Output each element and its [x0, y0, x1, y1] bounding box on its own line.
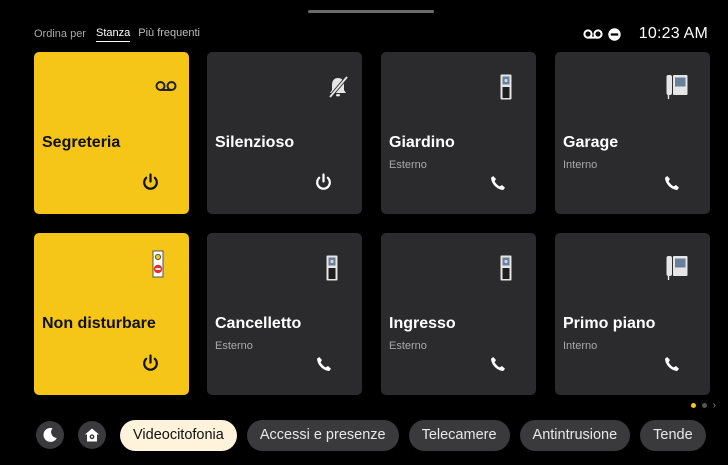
intercom-icon	[666, 255, 688, 286]
category-chip-accessi[interactable]: Accessi e presenze	[246, 419, 399, 451]
voicemail-icon	[583, 28, 603, 40]
category-chip-videocitofonia[interactable]: Videocitofonia	[120, 419, 237, 451]
tile-garage[interactable]: Garage Interno	[555, 52, 710, 214]
sort-option-stanza[interactable]: Stanza	[95, 27, 131, 42]
tile-title: Giardino	[389, 134, 455, 151]
outdoor-panel-icon	[500, 255, 512, 286]
tile-title: Non disturbare	[42, 315, 156, 332]
tile-subtitle: Esterno	[215, 340, 253, 352]
category-chip-telecamere[interactable]: Telecamere	[408, 419, 510, 451]
tile-title: Silenzioso	[215, 134, 295, 151]
tile-title: Garage	[563, 134, 619, 151]
tile-ingresso[interactable]: Ingresso Esterno	[381, 233, 536, 395]
power-icon[interactable]	[142, 173, 159, 196]
outdoor-panel-icon	[326, 255, 338, 286]
tile-silenzioso[interactable]: Silenzioso	[207, 52, 362, 214]
tile-subtitle: Esterno	[389, 340, 427, 352]
tile-subtitle: Interno	[563, 340, 598, 352]
chevron-right-icon[interactable]: ›	[713, 400, 716, 411]
power-icon[interactable]	[315, 173, 332, 196]
category-chip-tende[interactable]: Tende	[640, 419, 706, 451]
phone-icon[interactable]	[664, 175, 680, 196]
tile-title: Segreteria	[42, 134, 121, 151]
phone-icon[interactable]	[490, 175, 506, 196]
tile-subtitle: Esterno	[389, 159, 427, 171]
category-chip-antintrusione[interactable]: Antintrusione	[519, 419, 631, 451]
tile-non-disturbare[interactable]: Non disturbare	[34, 233, 189, 395]
phone-icon[interactable]	[316, 356, 332, 377]
drag-handle[interactable]	[308, 10, 434, 13]
bell-off-icon	[328, 75, 349, 103]
intercom-icon	[666, 74, 688, 105]
tile-primo-piano[interactable]: Primo piano Interno	[555, 233, 710, 395]
tile-title: Ingresso	[389, 315, 456, 332]
voicemail-icon	[155, 79, 177, 97]
sort-label: Ordina per	[34, 28, 86, 40]
top-bar: Ordina per Stanza Più frequenti 10:23 AM	[34, 22, 708, 46]
phone-icon[interactable]	[664, 356, 680, 377]
do-not-disturb-icon	[608, 27, 621, 41]
tile-title: Cancelletto	[215, 315, 302, 332]
moon-icon[interactable]	[36, 421, 64, 449]
tile-cancelletto[interactable]: Cancelletto Esterno	[207, 233, 362, 395]
clock: 10:23 AM	[638, 25, 708, 42]
power-icon[interactable]	[142, 354, 159, 377]
home-settings-icon[interactable]	[78, 421, 106, 449]
page-dot	[701, 403, 707, 408]
phone-icon[interactable]	[490, 356, 506, 377]
door-hanger-icon	[151, 250, 165, 283]
tile-giardino[interactable]: Giardino Esterno	[381, 52, 536, 214]
category-bar: Videocitofonia Accessi e presenze Teleca…	[36, 419, 716, 451]
status-area: 10:23 AM	[583, 25, 708, 43]
outdoor-panel-icon	[500, 74, 512, 105]
page-indicator[interactable]: ›	[685, 400, 716, 411]
tile-title: Primo piano	[563, 315, 656, 332]
sort-option-frequent[interactable]: Più frequenti	[138, 27, 200, 41]
tile-segreteria[interactable]: Segreteria	[34, 52, 189, 214]
tile-subtitle: Interno	[563, 159, 598, 171]
page-dot-active	[690, 403, 696, 408]
